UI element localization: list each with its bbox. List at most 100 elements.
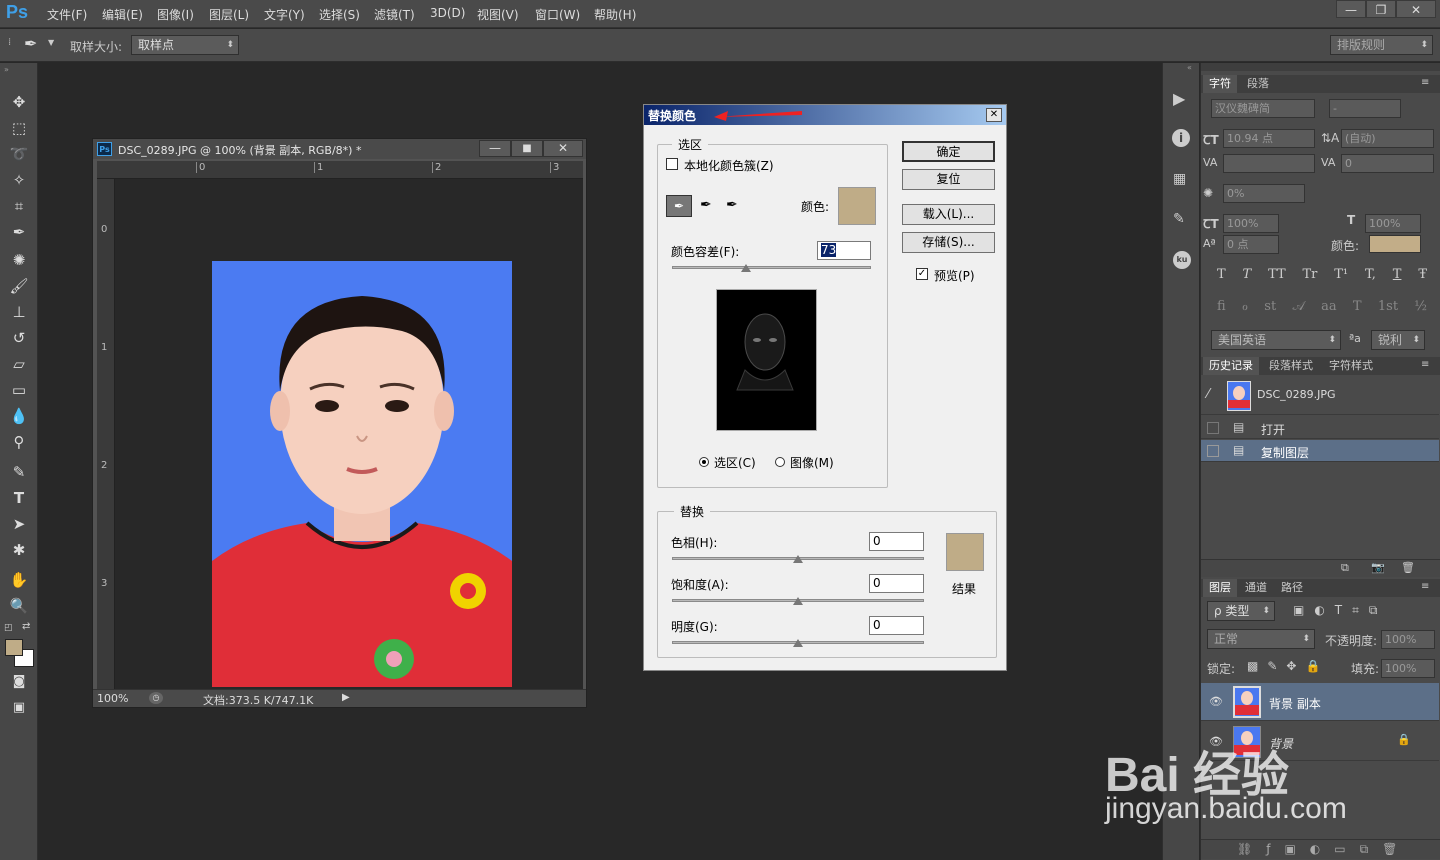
visibility-eye-icon[interactable]: 👁: [1209, 695, 1223, 708]
old-style-button[interactable]: ℴ: [1242, 299, 1248, 314]
selection-color-swatch[interactable]: [838, 187, 876, 225]
quick-mask-icon[interactable]: ◙: [8, 671, 30, 693]
lightness-input[interactable]: 0: [869, 616, 924, 635]
menu-3d[interactable]: 3D(D): [430, 6, 465, 20]
underline-button[interactable]: T: [1393, 267, 1402, 282]
history-brush-source-icon[interactable]: ⁄: [1207, 387, 1209, 402]
language-select[interactable]: 美国英语: [1211, 330, 1341, 350]
status-info-icon[interactable]: ◷: [149, 692, 163, 704]
result-color-swatch[interactable]: [946, 533, 984, 571]
fuzziness-input[interactable]: 73: [817, 241, 871, 260]
load-button[interactable]: 载入(L)...: [902, 204, 995, 225]
small-caps-button[interactable]: Tr: [1303, 267, 1318, 282]
foreground-color-swatch[interactable]: [5, 639, 23, 656]
history-state-row[interactable]: ▤ 打开: [1201, 417, 1439, 439]
crop-tool-icon[interactable]: ⌗: [8, 195, 30, 217]
preview-checkbox[interactable]: ✓: [916, 268, 928, 280]
tab-channels[interactable]: 通道: [1239, 579, 1273, 597]
font-size-field[interactable]: 10.94 点: [1223, 129, 1315, 148]
zoom-level[interactable]: 100%: [97, 692, 128, 705]
history-state-checkbox[interactable]: [1207, 422, 1219, 434]
dialog-titlebar[interactable]: 替换颜色 ✕: [644, 105, 1006, 125]
blend-mode-select[interactable]: 正常: [1207, 629, 1315, 649]
hue-input[interactable]: 0: [869, 532, 924, 551]
menu-help[interactable]: 帮助(H): [594, 6, 636, 23]
default-colors-icon[interactable]: ◰: [4, 623, 14, 633]
fractions-button[interactable]: ½: [1414, 299, 1427, 314]
swash-button[interactable]: 𝒜: [1292, 299, 1304, 314]
tab-paths[interactable]: 路径: [1275, 579, 1309, 597]
restore-icon[interactable]: ❐: [1366, 0, 1396, 18]
screen-mode-icon[interactable]: ▣: [8, 697, 30, 719]
opacity-field[interactable]: 100%: [1381, 630, 1435, 649]
tab-paragraph[interactable]: 段落: [1241, 75, 1275, 93]
menu-file[interactable]: 文件(F): [47, 6, 87, 23]
baseline-shift-field[interactable]: 0 点: [1223, 235, 1279, 254]
titling-alternates-button[interactable]: T: [1353, 299, 1362, 314]
minimize-icon[interactable]: —: [1336, 0, 1366, 18]
menu-type[interactable]: 文字(Y): [264, 6, 305, 23]
tab-history[interactable]: 历史记录: [1203, 357, 1259, 375]
hue-slider-thumb[interactable]: [793, 555, 803, 563]
collapse-icon[interactable]: »: [4, 65, 9, 74]
swatches-grid-icon[interactable]: ▦: [1173, 171, 1186, 187]
layer-filter-select[interactable]: ρ 类型: [1207, 601, 1275, 621]
subscript-button[interactable]: T,: [1365, 267, 1376, 282]
layer-row-selected[interactable]: 👁 背景 副本: [1201, 683, 1439, 721]
eraser-tool-icon[interactable]: ▱: [8, 353, 30, 375]
faux-italic-button[interactable]: T: [1243, 267, 1252, 282]
history-snapshot-row[interactable]: ⁄ DSC_0289.JPG: [1201, 377, 1439, 415]
history-brush-tool-icon[interactable]: ↺: [8, 327, 30, 349]
kerning-field[interactable]: [1223, 154, 1315, 173]
path-selection-tool-icon[interactable]: ➤: [8, 513, 30, 535]
eyedropper-icon[interactable]: ✒: [666, 195, 692, 217]
leading-field[interactable]: (自动): [1341, 129, 1434, 148]
close-icon[interactable]: ✕: [1396, 0, 1436, 18]
panel-menu-icon[interactable]: ≡: [1421, 77, 1429, 88]
brush-presets-icon[interactable]: ✎: [1173, 211, 1185, 227]
ordinals-button[interactable]: 1st: [1378, 299, 1398, 314]
magic-wand-tool-icon[interactable]: ✧: [8, 169, 30, 191]
panel-menu-icon[interactable]: ≡: [1421, 359, 1429, 370]
menu-layer[interactable]: 图层(L): [209, 6, 249, 23]
menu-filter[interactable]: 滤镜(T): [374, 6, 415, 23]
antialias-select[interactable]: 锐利: [1371, 330, 1425, 350]
menu-select[interactable]: 选择(S): [319, 6, 360, 23]
saturation-slider-thumb[interactable]: [793, 597, 803, 605]
clone-stamp-tool-icon[interactable]: ⊥: [8, 301, 30, 323]
faux-bold-button[interactable]: T: [1217, 267, 1226, 282]
tsume-field[interactable]: 0%: [1223, 184, 1305, 203]
reset-button[interactable]: 复位: [902, 169, 995, 190]
brush-tool-icon[interactable]: 🖌: [8, 275, 30, 297]
lasso-tool-icon[interactable]: ➰: [8, 143, 30, 165]
document-titlebar[interactable]: Ps DSC_0289.JPG @ 100% (背景 副本, RGB/8*) *…: [93, 139, 586, 159]
discretionary-ligatures-button[interactable]: st: [1264, 299, 1276, 314]
canvas-area[interactable]: [115, 179, 583, 689]
tab-layers[interactable]: 图层: [1203, 579, 1237, 597]
ligatures-button[interactable]: fi: [1217, 299, 1226, 314]
layer-action-icons[interactable]: ⛓ƒ▣◐▭⧉🗑: [1237, 842, 1411, 857]
collapse-icon[interactable]: «: [1187, 63, 1192, 72]
hand-tool-icon[interactable]: ✋: [8, 569, 30, 591]
font-style-select[interactable]: -: [1329, 99, 1401, 118]
doc-maximize-icon[interactable]: ■: [511, 140, 543, 157]
lock-icons[interactable]: ▩✎✥🔒: [1247, 659, 1329, 673]
ok-button[interactable]: 确定: [902, 141, 995, 162]
strikethrough-button[interactable]: Ŧ: [1418, 267, 1427, 282]
menu-view[interactable]: 视图(V): [477, 6, 519, 23]
menu-image[interactable]: 图像(I): [157, 6, 194, 23]
localized-clusters-checkbox[interactable]: [666, 158, 678, 170]
gradient-tool-icon[interactable]: ▭: [8, 379, 30, 401]
new-document-from-state-icon[interactable]: ⧉: [1341, 561, 1349, 575]
tab-character-styles[interactable]: 字符样式: [1323, 357, 1379, 375]
menu-edit[interactable]: 编辑(E): [102, 6, 143, 23]
layer-name[interactable]: 背景 副本: [1269, 695, 1321, 712]
menu-window[interactable]: 窗口(W): [535, 6, 580, 23]
chevron-down-icon[interactable]: ▼: [48, 38, 54, 47]
history-state-row-selected[interactable]: ▤ 复制图层: [1201, 440, 1439, 462]
workspace-select[interactable]: 排版规则: [1330, 35, 1433, 55]
swap-colors-icon[interactable]: ⇄: [22, 621, 30, 632]
text-color-swatch[interactable]: [1369, 235, 1421, 253]
lightness-slider-thumb[interactable]: [793, 639, 803, 647]
play-actions-icon[interactable]: ▶: [1173, 89, 1185, 108]
